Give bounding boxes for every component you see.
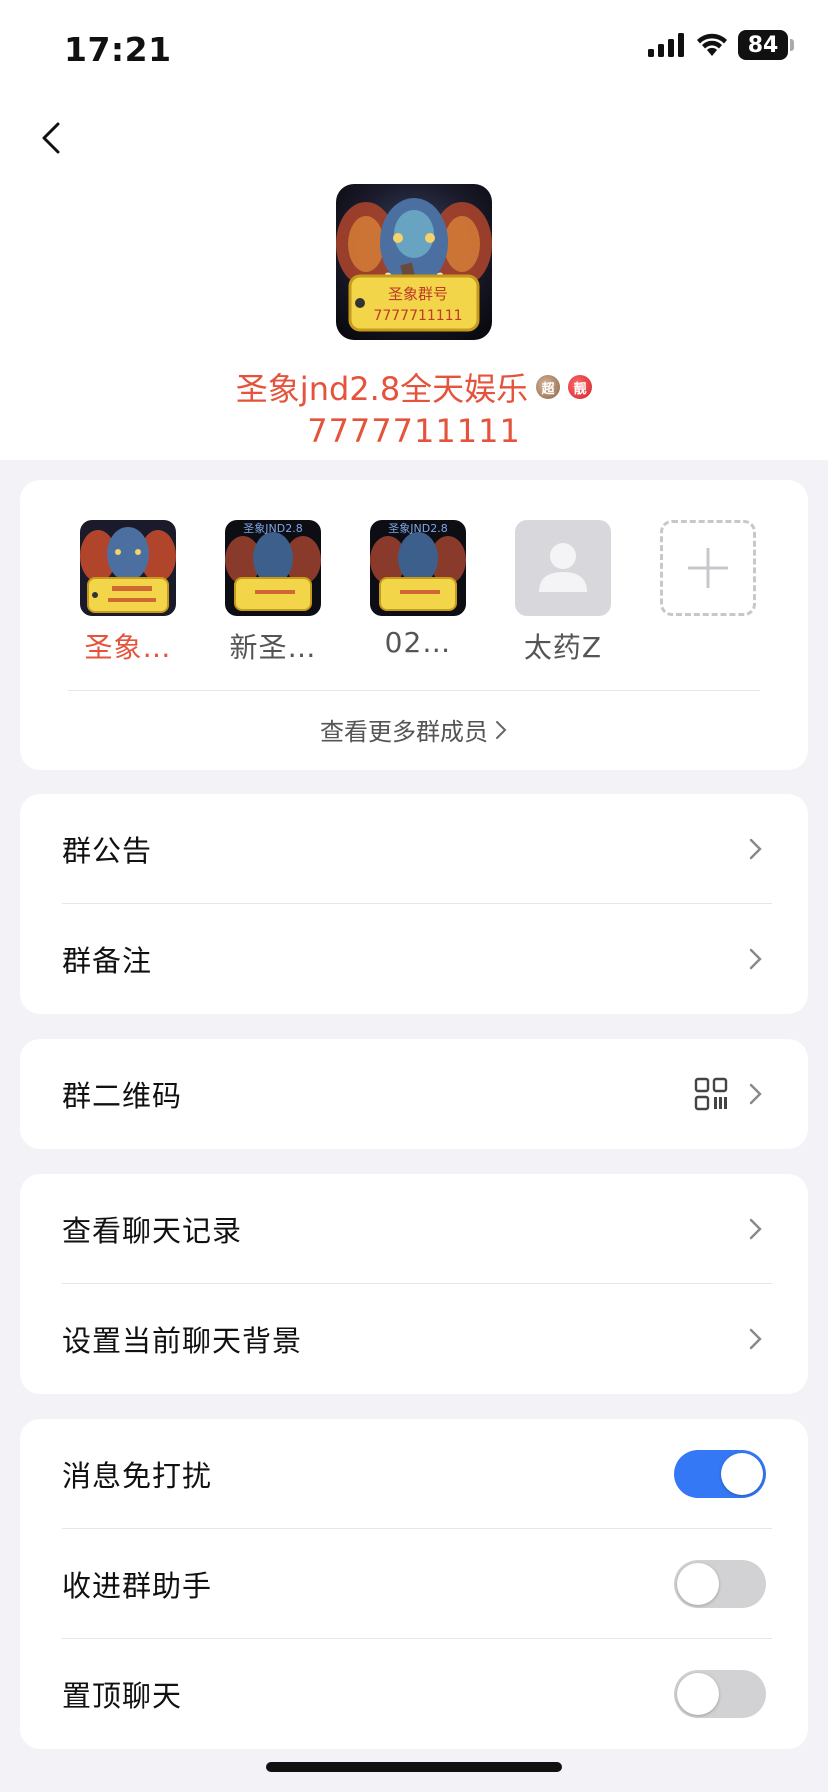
member-item[interactable]: 圣象JND2.8 新圣… [213, 520, 333, 666]
chevron-right-icon [749, 1083, 762, 1105]
battery-icon: 84 [738, 30, 788, 60]
status-time: 17:21 [64, 30, 172, 69]
home-indicator [266, 1762, 562, 1772]
back-arrow-icon[interactable] [32, 118, 72, 158]
avatar-overlay-text: 圣象JND2.8 [243, 522, 302, 535]
row-label: 消息免打扰 [62, 1459, 213, 1493]
settings-card-qr: 群二维码 [20, 1039, 808, 1149]
group-assistant-toggle[interactable] [674, 1560, 766, 1608]
members-card: 圣象… 圣象JND2.8 新圣… 圣象JND2.8 02… 太药Z 查看更多群成… [20, 480, 808, 770]
chevron-right-icon [749, 1328, 762, 1350]
divider [68, 690, 760, 691]
view-more-members-label: 查看更多群成员 [320, 718, 488, 746]
member-item[interactable]: 圣象… [68, 520, 188, 666]
row-label: 群备注 [62, 944, 153, 978]
battery-level: 84 [747, 32, 779, 58]
group-qr-code-row[interactable]: 群二维码 [20, 1039, 808, 1149]
chevron-right-icon [749, 1218, 762, 1240]
pretty-number-badge-icon: 靓 [568, 375, 593, 399]
group-remark-row[interactable]: 群备注 [20, 904, 808, 1014]
pin-chat-toggle[interactable] [674, 1670, 766, 1718]
view-more-members-link[interactable]: 查看更多群成员 [20, 712, 808, 747]
move-to-group-assistant-row: 收进群助手 [20, 1529, 808, 1639]
elephant-avatar-image: 圣象群号 7777711111 [336, 184, 492, 340]
member-item[interactable]: 圣象JND2.8 02… [358, 520, 478, 659]
settings-card-toggles: 消息免打扰 收进群助手 置顶聊天 [20, 1419, 808, 1749]
wifi-icon [697, 33, 727, 56]
chat-history-row[interactable]: 查看聊天记录 [20, 1174, 808, 1284]
member-name: 太药Z [523, 631, 603, 664]
signal-icon [648, 33, 684, 57]
settings-card-info: 群公告 群备注 [20, 794, 808, 1014]
group-avatar[interactable]: 圣象群号 7777711111 [336, 184, 492, 340]
group-name: 圣象jnd2.8全天娱乐 [235, 370, 529, 408]
super-badge-icon: 超 [536, 375, 561, 399]
member-name: 02… [384, 626, 452, 659]
chevron-right-icon [749, 838, 762, 860]
row-label: 群二维码 [62, 1079, 183, 1113]
member-item[interactable]: 太药Z [503, 520, 623, 666]
qr-code-icon [694, 1077, 728, 1111]
member-avatar: 圣象JND2.8 [225, 520, 321, 616]
row-label: 查看聊天记录 [62, 1214, 243, 1248]
mute-toggle[interactable] [674, 1450, 766, 1498]
chevron-right-icon [496, 720, 507, 739]
avatar-overlay-text: 圣象JND2.8 [388, 522, 447, 535]
row-label: 设置当前聊天背景 [62, 1324, 303, 1358]
member-avatar: 圣象JND2.8 [370, 520, 466, 616]
settings-card-chat: 查看聊天记录 设置当前聊天背景 [20, 1174, 808, 1394]
row-label: 收进群助手 [62, 1569, 213, 1603]
row-label: 群公告 [62, 834, 153, 868]
plus-icon [688, 548, 728, 588]
row-label: 置顶聊天 [62, 1679, 183, 1713]
person-icon [539, 543, 587, 592]
member-name: 新圣… [229, 631, 317, 664]
group-name-row: 圣象jnd2.8全天娱乐 超 靓 [0, 364, 828, 410]
avatar-tag-title: 圣象群号 [388, 285, 448, 303]
chat-background-row[interactable]: 设置当前聊天背景 [20, 1284, 808, 1394]
group-number: 7777711111 [307, 412, 521, 450]
member-name: 圣象… [84, 631, 172, 664]
add-member-box [660, 520, 756, 616]
mute-notifications-row: 消息免打扰 [20, 1419, 808, 1529]
avatar-tag-number: 7777711111 [373, 308, 462, 324]
group-announcement-row[interactable]: 群公告 [20, 794, 808, 904]
status-icons: 84 [648, 30, 794, 60]
default-avatar [515, 520, 611, 616]
pin-chat-row: 置顶聊天 [20, 1639, 808, 1749]
chevron-right-icon [749, 948, 762, 970]
battery-cap [790, 39, 794, 51]
member-avatar [80, 520, 176, 616]
add-member-button[interactable] [648, 520, 768, 616]
status-bar: 17:21 84 [0, 0, 828, 100]
